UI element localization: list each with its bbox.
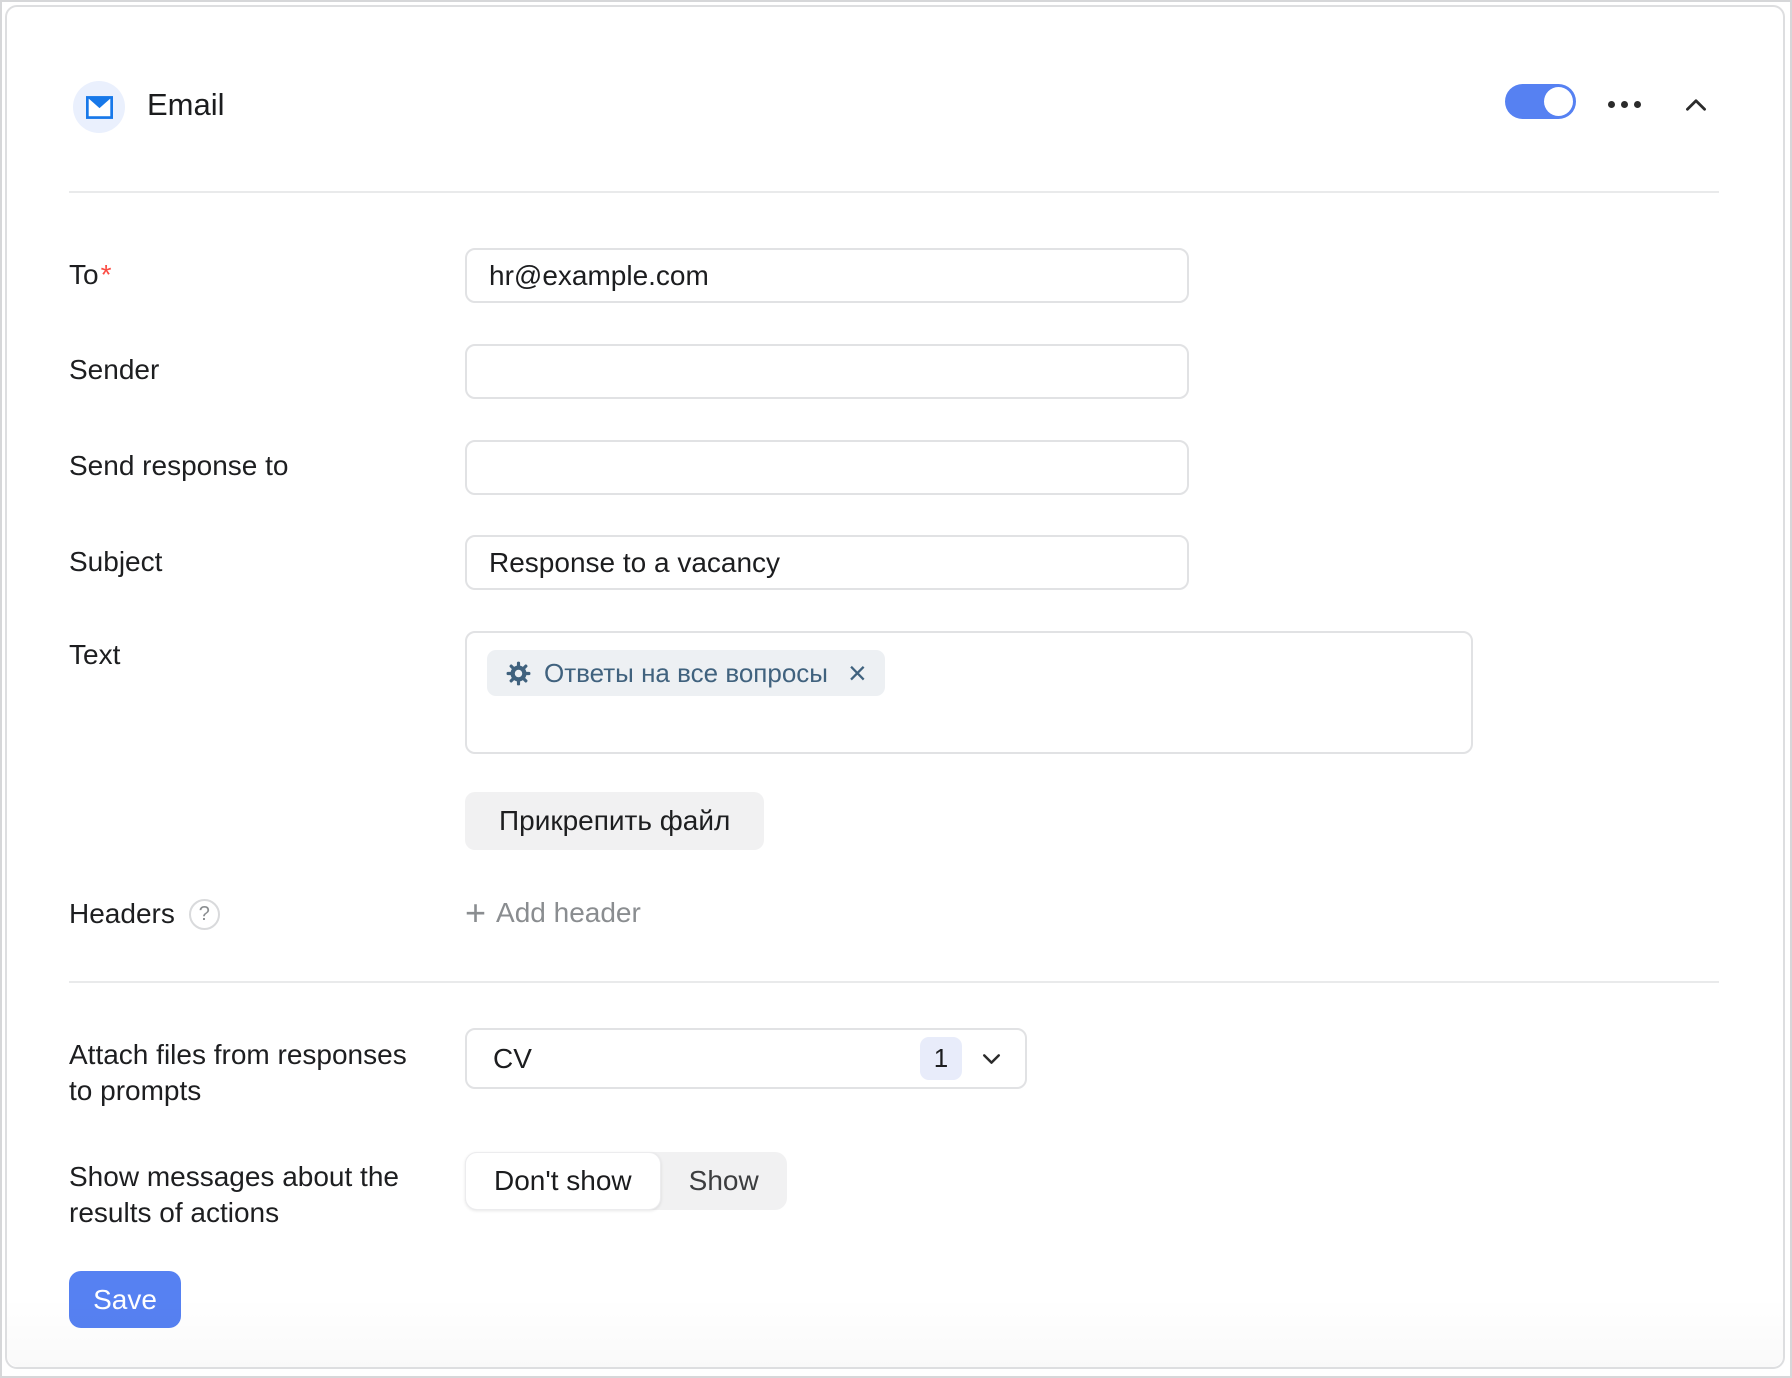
save-button[interactable]: Save (69, 1271, 181, 1328)
gear-icon (505, 660, 532, 687)
text-editor[interactable]: Ответы на все вопросы × (465, 631, 1473, 754)
email-settings-card: Email To* Sender Send response to Subjec… (5, 5, 1785, 1369)
show-messages-segmented-control: Don't show Show (465, 1152, 787, 1210)
attach-file-button[interactable]: Прикрепить файл (465, 792, 764, 850)
to-label: To* (69, 257, 111, 293)
help-icon[interactable]: ? (189, 899, 220, 930)
email-app-icon (73, 81, 125, 133)
subject-input[interactable] (465, 535, 1189, 590)
page-title: Email (147, 87, 225, 123)
collapse-button[interactable] (1681, 90, 1711, 120)
section-divider (69, 981, 1719, 983)
segment-dont-show[interactable]: Don't show (465, 1152, 661, 1210)
more-options-button[interactable] (1601, 87, 1647, 121)
text-label: Text (69, 637, 120, 673)
header-divider (69, 191, 1719, 193)
email-enabled-toggle[interactable] (1505, 84, 1576, 119)
sender-input[interactable] (465, 344, 1189, 399)
segment-show[interactable]: Show (661, 1152, 787, 1210)
show-messages-label: Show messages about the results of actio… (69, 1159, 429, 1231)
headers-label: Headers (69, 896, 175, 932)
to-input[interactable] (465, 248, 1189, 303)
selected-count-badge: 1 (920, 1037, 962, 1080)
attach-files-label: Attach files from responses to prompts (69, 1037, 429, 1109)
answers-variable-chip[interactable]: Ответы на все вопросы × (487, 650, 885, 696)
chip-label: Ответы на все вопросы (544, 658, 828, 689)
send-response-to-label: Send response to (69, 448, 289, 484)
dot-icon (1621, 101, 1628, 108)
attach-files-select[interactable]: CV 1 (465, 1028, 1027, 1089)
envelope-icon (86, 96, 113, 119)
chevron-up-icon (1681, 90, 1711, 120)
toggle-knob (1544, 87, 1573, 116)
attach-files-selected-value: CV (493, 1043, 920, 1075)
chip-close-icon[interactable]: × (848, 657, 867, 689)
chevron-down-icon (978, 1045, 1005, 1072)
send-response-to-input[interactable] (465, 440, 1189, 495)
sender-label: Sender (69, 352, 159, 388)
subject-label: Subject (69, 544, 162, 580)
required-asterisk: * (101, 259, 112, 290)
dot-icon (1634, 101, 1641, 108)
add-header-label: Add header (496, 897, 641, 929)
plus-icon: + (465, 895, 486, 931)
add-header-button[interactable]: + Add header (465, 895, 641, 931)
dot-icon (1608, 101, 1615, 108)
